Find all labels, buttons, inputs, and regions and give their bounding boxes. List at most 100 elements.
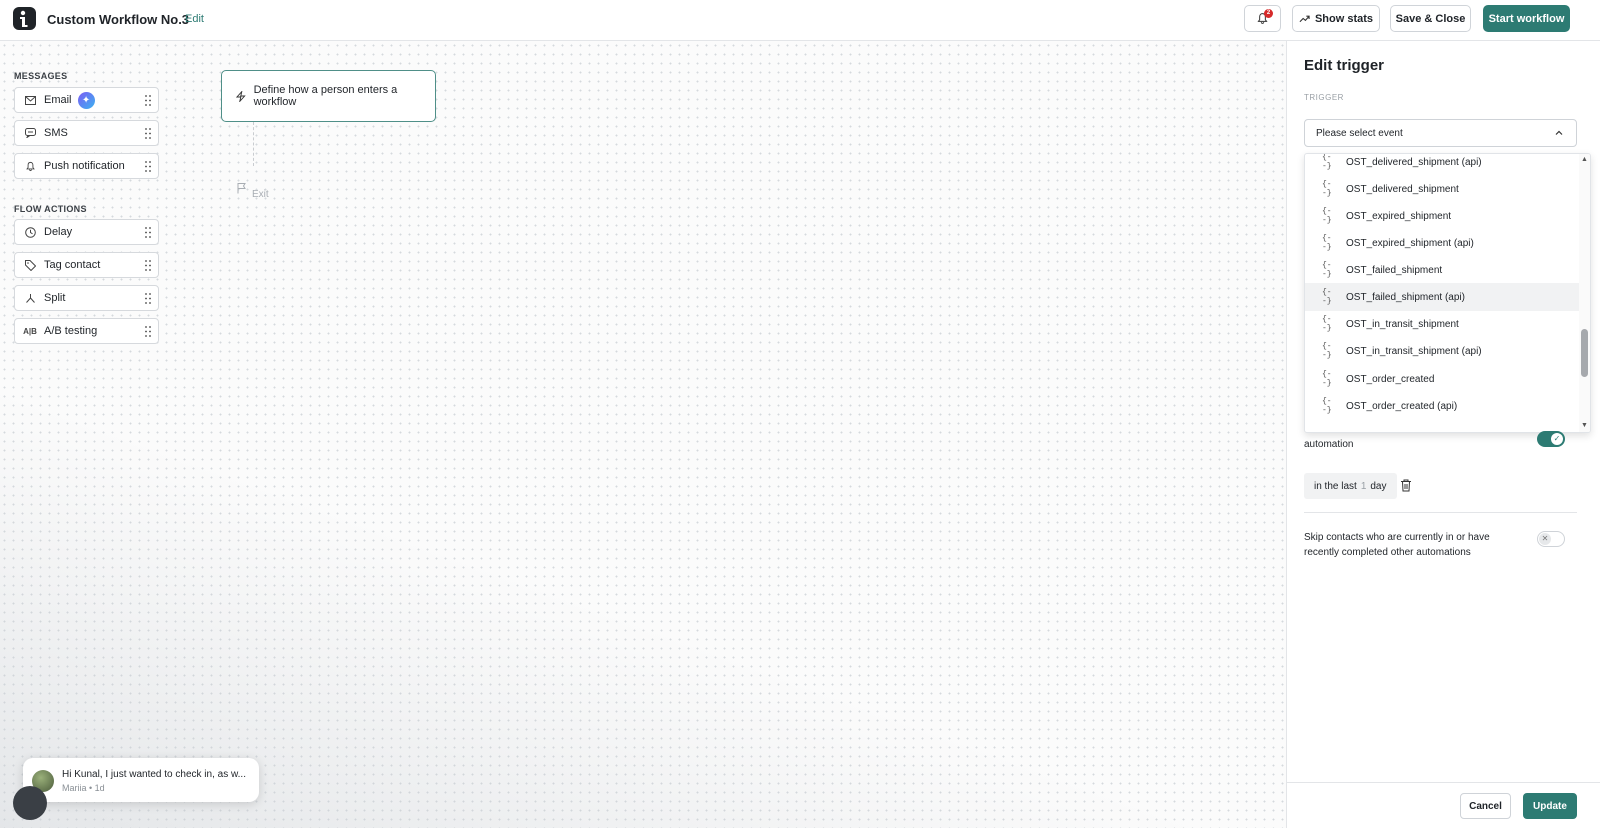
tool-push-notification[interactable]: Push notification [14, 153, 159, 179]
flag-icon [237, 183, 246, 194]
event-option-label: OST_delivered_shipment [1346, 183, 1459, 195]
variable-icon: {--} [1322, 261, 1332, 279]
tag-icon [24, 259, 36, 271]
chat-bubble-icon [24, 127, 36, 139]
timeframe-unit: day [1370, 480, 1387, 492]
event-select[interactable]: Please select event [1304, 119, 1577, 147]
variable-icon: {--} [1322, 153, 1332, 171]
automation-label: automation [1304, 439, 1354, 450]
event-option-label: OST_failed_shipment [1346, 264, 1443, 276]
chat-message-text: Hi Kunal, I just wanted to check in, as … [62, 769, 246, 780]
trigger-node[interactable]: Define how a person enters a workflow [221, 70, 436, 122]
event-option[interactable]: {--} OST_order_created [1305, 365, 1579, 393]
show-stats-button[interactable]: Show stats [1292, 5, 1380, 32]
drag-handle-icon[interactable] [145, 293, 151, 304]
variable-icon: {--} [1322, 234, 1332, 252]
variable-icon: {--} [1322, 180, 1332, 198]
skip-contacts-label: Skip contacts who are currently in or ha… [1304, 532, 1490, 558]
drag-handle-icon[interactable] [145, 326, 151, 337]
event-option-label: OST_in_transit_shipment [1346, 318, 1459, 330]
drag-handle-icon[interactable] [145, 128, 151, 139]
top-bar: Custom Workflow No.3 Edit 2 Show stats S… [0, 0, 1600, 41]
variable-icon: {--} [1322, 342, 1332, 360]
event-option-highlighted[interactable]: {--} OST_failed_shipment (api) [1305, 283, 1579, 311]
event-option[interactable]: {--} OST_order_created (api) [1305, 392, 1579, 420]
chevron-up-icon [1555, 130, 1563, 135]
tool-label: Delay [44, 226, 73, 238]
event-option-label: OST_order_created [1346, 373, 1435, 385]
trigger-section-label: TRIGGER [1304, 93, 1344, 102]
variable-icon: {--} [1322, 315, 1332, 333]
dropdown-scrollbar[interactable]: ▲ ▼ [1579, 154, 1590, 432]
timeframe-chip[interactable]: in the last 1 day [1304, 473, 1397, 499]
workflow-canvas[interactable]: MESSAGES Email ✦ SMS Push notification F… [0, 41, 1286, 828]
tool-split[interactable]: Split [14, 285, 159, 311]
tool-email[interactable]: Email ✦ [14, 87, 159, 113]
event-option[interactable]: {--} OST_expired_shipment [1305, 202, 1579, 230]
tool-tag-contact[interactable]: Tag contact [14, 252, 159, 278]
trend-up-icon [1299, 15, 1310, 23]
panel-footer: Cancel Update [1287, 782, 1600, 828]
drag-handle-icon[interactable] [145, 227, 151, 238]
notifications-button[interactable]: 2 [1244, 5, 1281, 32]
cancel-button[interactable]: Cancel [1460, 793, 1511, 819]
variable-icon: {--} [1322, 207, 1332, 225]
divider [1304, 512, 1577, 513]
tool-delay[interactable]: Delay [14, 219, 159, 245]
tool-ab-testing[interactable]: A|B A/B testing [14, 318, 159, 344]
variable-icon: {--} [1322, 288, 1332, 306]
drag-handle-icon[interactable] [145, 95, 151, 106]
scroll-down-icon[interactable]: ▼ [1581, 422, 1588, 429]
exit-node: Exit [237, 183, 269, 200]
update-button[interactable]: Update [1523, 793, 1577, 819]
event-option-label: OST_expired_shipment [1346, 210, 1452, 222]
event-option-label: OST_in_transit_shipment (api) [1346, 345, 1482, 357]
event-option-label: OST_failed_shipment (api) [1346, 291, 1465, 303]
timeframe-value: 1 [1360, 480, 1367, 492]
clock-icon [24, 226, 36, 238]
flow-actions-heading: FLOW ACTIONS [14, 204, 87, 214]
chat-message-popup[interactable]: Hi Kunal, I just wanted to check in, as … [23, 758, 259, 802]
tool-sms[interactable]: SMS [14, 120, 159, 146]
edit-trigger-panel: Edit trigger TRIGGER Please select event… [1286, 41, 1600, 828]
notification-badge: 2 [1264, 9, 1273, 18]
automation-toggle[interactable]: ✓ [1537, 431, 1565, 447]
ai-sparkle-icon: ✦ [77, 91, 95, 109]
skip-contacts-toggle[interactable]: ✕ [1537, 531, 1565, 547]
app-logo[interactable] [13, 7, 36, 30]
scrollbar-thumb[interactable] [1581, 329, 1588, 377]
workflow-title: Custom Workflow No.3 [47, 12, 190, 27]
ab-icon: A|B [23, 326, 37, 336]
trash-icon[interactable] [1400, 479, 1412, 492]
event-option[interactable]: {--} OST_in_transit_shipment (api) [1305, 337, 1579, 365]
edit-title-link[interactable]: Edit [185, 13, 204, 25]
bell-icon [24, 160, 36, 172]
split-icon [24, 292, 36, 304]
event-option[interactable]: {--} OST_expired_shipment (api) [1305, 229, 1579, 257]
event-option[interactable]: {--} OST_failed_shipment [1305, 256, 1579, 284]
tool-label: Tag contact [44, 259, 101, 271]
timeframe-prefix: in the last [1314, 480, 1357, 492]
trigger-node-label: Define how a person enters a workflow [253, 84, 398, 108]
lightning-icon [236, 90, 246, 102]
tool-label: A/B testing [44, 325, 98, 337]
messages-heading: MESSAGES [14, 71, 68, 81]
event-dropdown-list[interactable]: {--} OST_delivered_shipment (api) {--} O… [1304, 153, 1591, 433]
event-option-label: OST_expired_shipment (api) [1346, 237, 1474, 249]
drag-handle-icon[interactable] [145, 161, 151, 172]
event-option[interactable]: {--} OST_delivered_shipment (api) [1305, 153, 1579, 176]
scroll-up-icon[interactable]: ▲ [1581, 156, 1588, 163]
event-select-value: Please select event [1316, 127, 1403, 139]
chat-launcher-button[interactable] [13, 786, 47, 820]
event-option[interactable]: {--} OST_in_transit_shipment [1305, 310, 1579, 338]
tool-label: Push notification [44, 160, 125, 172]
start-workflow-button[interactable]: Start workflow [1483, 5, 1570, 32]
event-option-label: OST_order_created (api) [1346, 400, 1458, 412]
close-icon: ✕ [1539, 533, 1551, 545]
save-close-button[interactable]: Save & Close [1390, 5, 1471, 32]
exit-label: Exit [252, 189, 269, 200]
connector-line [253, 122, 254, 166]
drag-handle-icon[interactable] [145, 260, 151, 271]
tool-label: Split [44, 292, 66, 304]
event-option[interactable]: {--} OST_delivered_shipment [1305, 175, 1579, 203]
